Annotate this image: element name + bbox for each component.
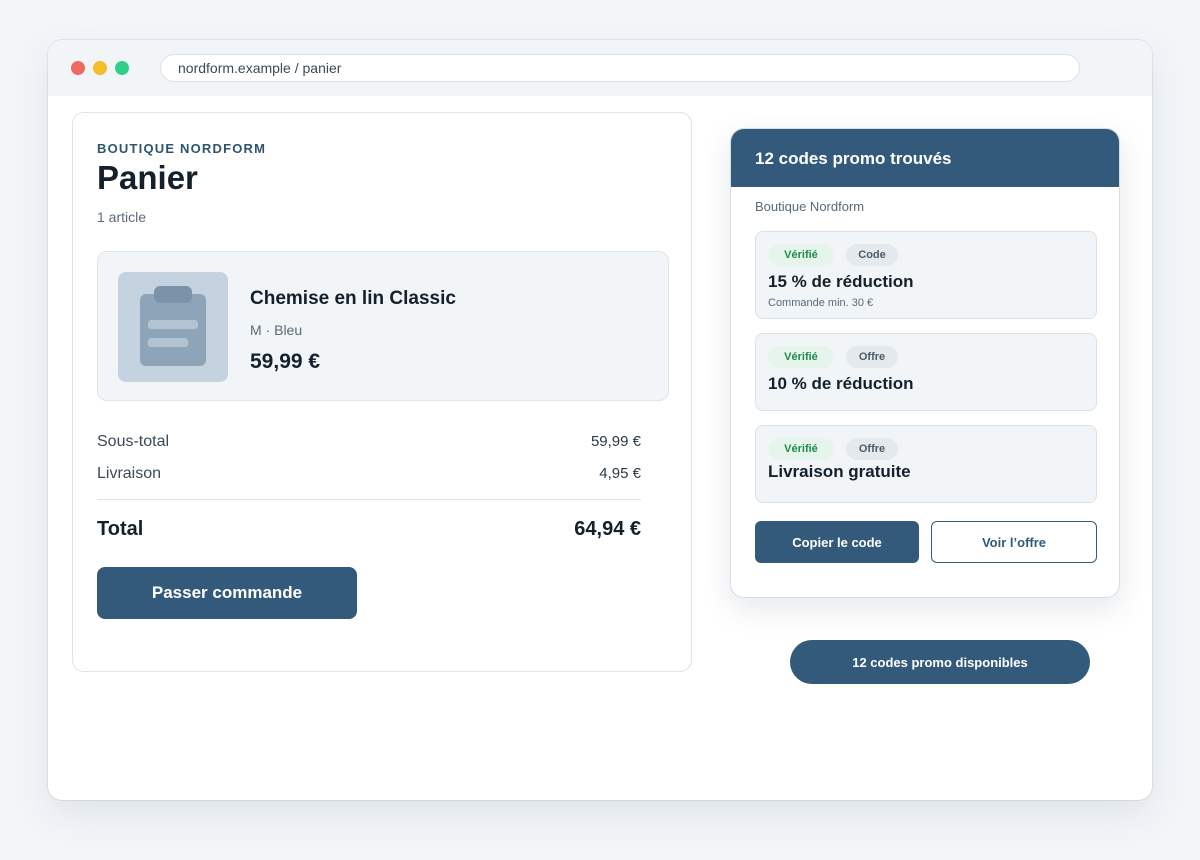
shipping-value: 4,95 € [599,465,641,482]
promo-offer-card[interactable]: Vérifié Offre 10 % de réduction [755,333,1097,411]
product-price: 59,99 € [250,350,321,373]
copy-code-button[interactable]: Copier le code [755,521,919,563]
close-window-icon[interactable] [71,61,85,75]
cart-card: BOUTIQUE NORDFORM Panier 1 article Chemi… [72,112,692,672]
promo-offer-card[interactable]: Vérifié Offre Livraison gratuite [755,425,1097,503]
divider [97,499,641,500]
verified-badge: Vérifié [768,346,834,368]
subtotal-label: Sous-total [97,433,170,450]
promo-title: 12 codes promo trouvés [755,149,952,168]
offer-title: Livraison gratuite [768,462,911,481]
shop-brand: BOUTIQUE NORDFORM [97,141,267,156]
product-thumbnail [118,272,228,382]
product-name: Chemise en lin Classic [250,288,456,309]
clipboard-icon [140,294,206,366]
offer-title: 10 % de réduction [768,374,914,393]
promo-codes-available-button[interactable]: 12 codes promo disponibles [790,640,1090,684]
product-variant: M · Bleu [250,322,303,338]
offer-type-badge: Offre [846,346,898,368]
promo-shop-name: Boutique Nordform [755,199,865,214]
cart-item: Chemise en lin Classic M · Bleu 59,99 € [97,251,669,401]
clipboard-clip-icon [154,286,192,303]
maximize-window-icon[interactable] [115,61,129,75]
clipboard-line-icon [148,320,198,329]
item-count: 1 article [97,209,147,225]
shipping-label: Livraison [97,465,162,482]
total-label: Total [97,518,144,540]
checkout-button[interactable]: Passer commande [97,567,357,619]
browser-toolbar: nordform.example / panier [48,40,1152,96]
verified-badge: Vérifié [768,244,834,266]
clipboard-line-icon [148,338,188,347]
subtotal-value: 59,99 € [590,433,641,450]
page-title: Panier [97,159,198,196]
offer-type-badge: Code [846,244,898,266]
offer-type-badge: Offre [846,438,898,460]
total-row: Total 64,94 € [97,518,641,541]
minimize-window-icon[interactable] [93,61,107,75]
promo-header: 12 codes promo trouvés [731,129,1119,187]
promo-popup: 12 codes promo trouvés Boutique Nordform… [730,128,1120,598]
promo-offer-card[interactable]: Vérifié Code 15 % de réduction Commande … [755,231,1097,319]
total-value: 64,94 € [574,518,641,540]
verified-badge: Vérifié [768,438,834,460]
shipping-row: Livraison 4,95 € [97,465,641,483]
offer-title: 15 % de réduction [768,272,914,291]
offer-condition: Commande min. 30 € [768,297,874,309]
view-offer-button[interactable]: Voir l’offre [931,521,1097,563]
address-bar[interactable]: nordform.example / panier [160,54,1080,82]
subtotal-row: Sous-total 59,99 € [97,433,641,451]
